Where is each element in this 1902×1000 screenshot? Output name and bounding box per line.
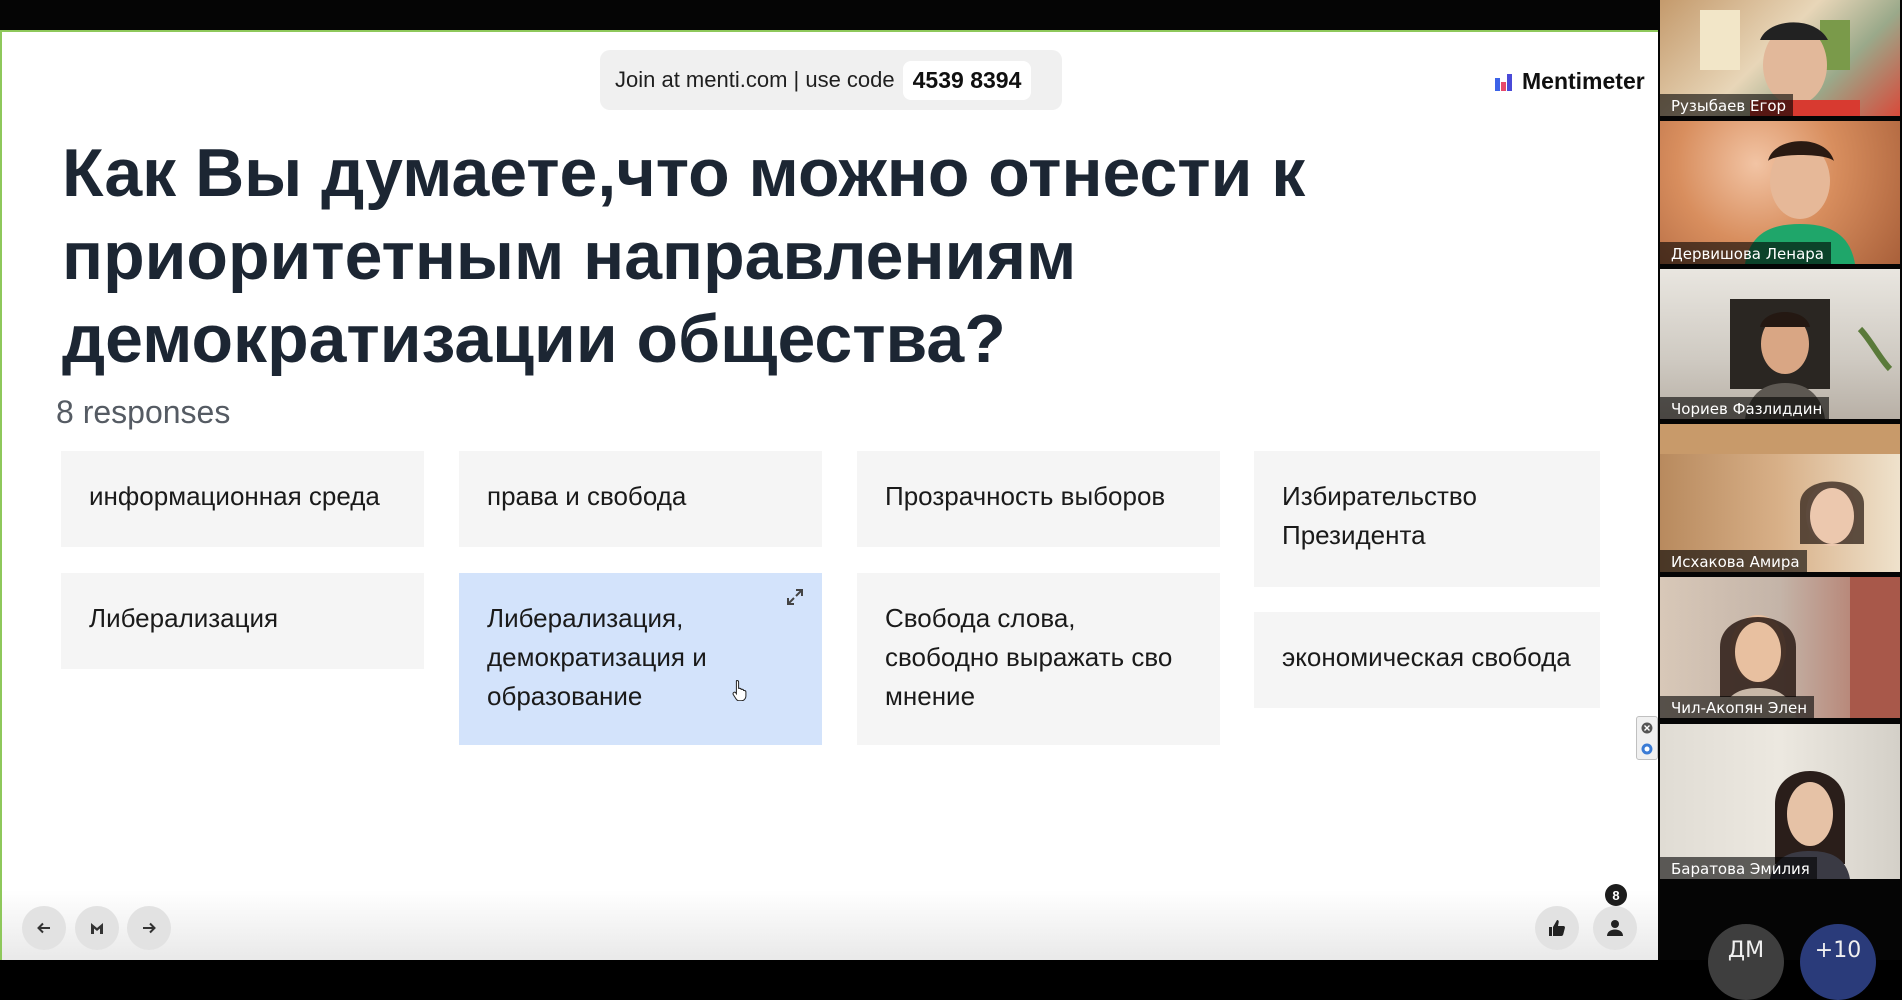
response-card[interactable]: Свобода слова, свободно выражать сво мне… (857, 573, 1220, 745)
join-instructions: Join at menti.com | use code 4539 8394 (600, 50, 1062, 110)
camera-icon[interactable] (1641, 743, 1653, 755)
join-code: 4539 8394 (902, 60, 1032, 100)
reactions-button[interactable] (1535, 906, 1579, 950)
close-icon[interactable] (1641, 722, 1653, 734)
question-title: Как Вы думаете,что можно отнести к приор… (62, 135, 1306, 377)
next-slide-button[interactable] (127, 906, 171, 950)
response-text: права и свобода (487, 481, 687, 511)
response-card-selected[interactable]: Либерализация, демократизация и образова… (459, 573, 822, 745)
response-card[interactable]: информационная среда (61, 451, 424, 547)
participant-name: Чориев Фазлиддин (1660, 397, 1830, 419)
response-text: Избирательство Президента (1282, 481, 1477, 550)
response-card[interactable]: Прозрачность выборов (857, 451, 1220, 547)
response-text: Либерализация (89, 603, 279, 633)
response-text: Либерализация, демократизация и образова… (487, 603, 707, 711)
thumbs-up-icon (1549, 920, 1565, 936)
participant-video-panel: Рузыбаев Егор Дервишова Ленара Чориев Фа… (1658, 0, 1902, 1000)
participant-video (1770, 771, 1850, 879)
participant-tile[interactable]: Чил-Акопян Элен (1660, 577, 1900, 718)
participant-name: Исхакова Амира (1660, 550, 1807, 572)
presentation-controls (2, 890, 1658, 960)
response-text: Свобода слова, свободно выражать сво мне… (885, 603, 1173, 711)
participants-button[interactable] (1593, 906, 1637, 950)
participant-name: Баратова Эмилия (1660, 857, 1817, 879)
presentation-slide: Join at menti.com | use code 4539 8394 M… (0, 30, 1658, 960)
more-participants-button[interactable]: +10 (1800, 924, 1876, 1000)
menu-button[interactable] (75, 906, 119, 950)
expand-icon[interactable] (786, 588, 804, 606)
participant-name: Рузыбаев Егор (1660, 94, 1794, 116)
response-text: Прозрачность выборов (885, 481, 1166, 511)
join-text: Join at menti.com | use code (615, 67, 895, 92)
participant-tile[interactable]: Рузыбаев Егор (1660, 0, 1900, 116)
brand-name: Mentimeter (1522, 68, 1645, 94)
hand-cursor-icon (732, 679, 747, 701)
arrow-left-icon (37, 922, 50, 934)
response-card[interactable]: Либерализация (61, 573, 424, 669)
participant-name: Дервишова Ленара (1660, 242, 1831, 264)
screen-share-top-bar (0, 0, 1658, 30)
participant-avatar[interactable]: ДМ (1708, 924, 1784, 1000)
participant-tile[interactable]: Баратова Эмилия (1660, 724, 1900, 879)
response-card[interactable]: права и свобода (459, 451, 822, 547)
participant-name: Чил-Акопян Элен (1660, 696, 1815, 718)
response-card[interactable]: Избирательство Президента (1254, 451, 1600, 587)
floating-widget[interactable] (1636, 716, 1658, 760)
participant-count-badge: 8 (1605, 884, 1627, 906)
mentimeter-brand: Mentimeter (1494, 68, 1645, 95)
response-text: информационная среда (89, 481, 380, 511)
mentimeter-menu-icon (91, 923, 103, 934)
participant-tile[interactable]: Дервишова Ленара (1660, 121, 1900, 264)
response-count: 8 responses (56, 394, 231, 430)
person-icon (1607, 920, 1623, 936)
participant-tile[interactable]: Исхакова Амира (1660, 424, 1900, 572)
response-text: экономическая свобода (1282, 642, 1571, 672)
arrow-right-icon (143, 922, 156, 934)
response-card[interactable]: экономическая свобода (1254, 612, 1600, 708)
participant-tile[interactable]: Чориев Фазлиддин (1660, 269, 1900, 419)
prev-slide-button[interactable] (22, 906, 66, 950)
mentimeter-logo-icon (1495, 73, 1512, 91)
